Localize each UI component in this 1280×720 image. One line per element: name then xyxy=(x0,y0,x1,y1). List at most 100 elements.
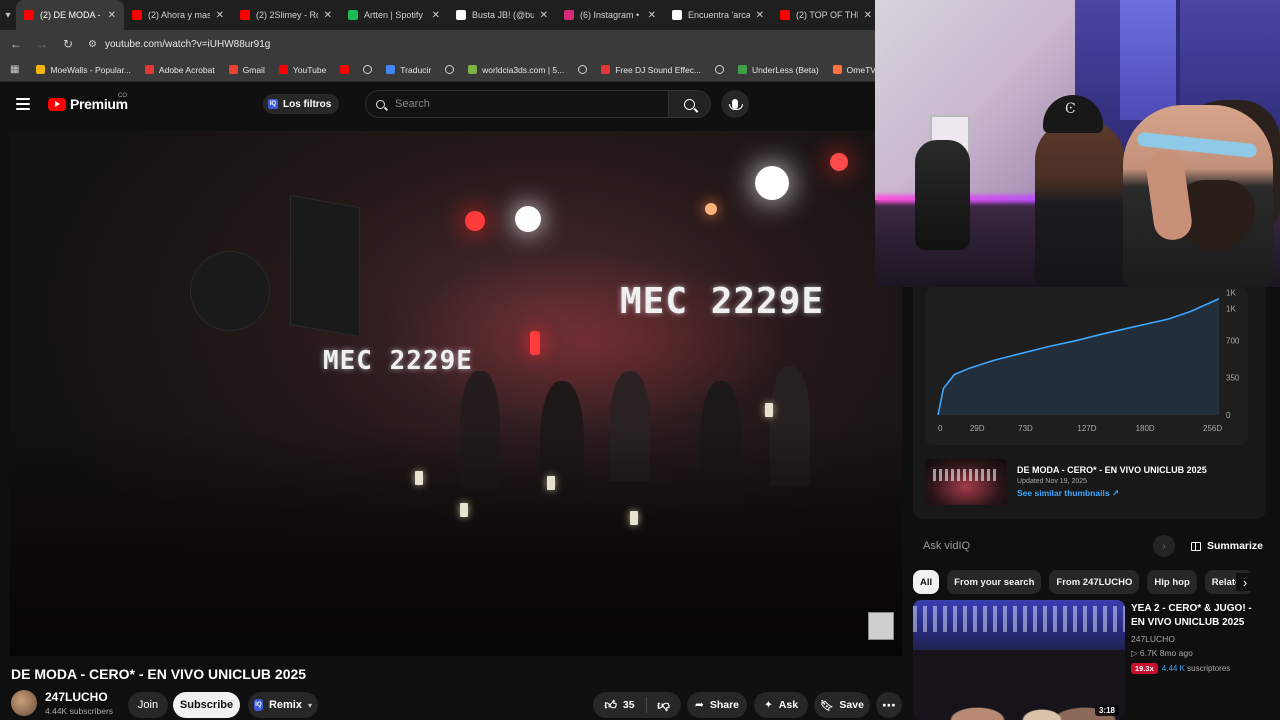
browser-tab[interactable]: (2) TOP OF THE W ✕ xyxy=(772,0,880,30)
browser-tab[interactable]: (2) Ahora y mas t ✕ xyxy=(124,0,232,30)
speaker xyxy=(290,194,360,338)
channel-name[interactable]: 247LUCHO xyxy=(45,690,113,704)
see-similar-thumbnails-link[interactable]: See similar thumbnails ↗ xyxy=(1017,488,1207,499)
tab-title: (6) Instagram • M xyxy=(580,10,642,20)
browser-tab[interactable]: Encuentra 'arcan ✕ xyxy=(664,0,772,30)
ask-button[interactable]: ✦ Ask xyxy=(754,692,808,718)
tab-close-icon[interactable]: ✕ xyxy=(648,10,656,21)
chevron-right-icon[interactable]: › xyxy=(1236,573,1254,591)
reload-icon[interactable]: ↻ xyxy=(62,37,74,51)
bookmark-item[interactable]: MoeWalls - Popular... xyxy=(29,65,137,75)
omnibox[interactable]: ⚙ youtube.com/watch?v=iUHW88ur91g xyxy=(88,39,270,50)
vidiq-filters-button[interactable]: IQ Los filtros xyxy=(263,94,340,114)
search-box[interactable] xyxy=(365,90,669,118)
book-icon xyxy=(1191,541,1201,551)
bookmark-item[interactable]: YouTube xyxy=(272,65,333,75)
chip-all[interactable]: All xyxy=(913,570,940,594)
bookmark-item[interactable]: Gmail xyxy=(222,65,272,75)
bookmark-item[interactable] xyxy=(356,65,379,74)
browser-tab[interactable]: Busta JB! (@bust ✕ xyxy=(448,0,556,30)
search-button[interactable] xyxy=(669,90,711,118)
filters-label: Los filtros xyxy=(283,98,332,110)
tab-search-chevron-icon[interactable]: ▾ xyxy=(0,0,16,30)
channel-owner: 247LUCHO 4.44K subscribers xyxy=(11,690,113,716)
tab-close-icon[interactable]: ✕ xyxy=(216,10,224,21)
bookmark-item[interactable]: Free DJ Sound Effec... xyxy=(594,65,708,75)
stage-light xyxy=(755,166,789,200)
browser-tab[interactable]: (2) 2Slimey - Roc ✕ xyxy=(232,0,340,30)
bookmark-item[interactable]: UnderLess (Beta) xyxy=(731,65,826,75)
subscribe-button[interactable]: Subscribe xyxy=(173,692,240,718)
tab-close-icon[interactable]: ✕ xyxy=(756,10,764,21)
video-player[interactable]: MEC 2229E MEC 2229E xyxy=(10,131,902,656)
dislike-button[interactable]: 👍︎ xyxy=(647,698,681,713)
bookmark-item[interactable]: Traducir xyxy=(379,65,438,75)
video-title: DE MODA - CERO* - EN VIVO UNICLUB 2025 xyxy=(11,666,307,682)
search-input[interactable] xyxy=(395,98,635,110)
bookmark-item[interactable] xyxy=(571,65,594,74)
globe-icon xyxy=(578,65,588,74)
recommended-thumbnail[interactable]: 3:18 xyxy=(913,600,1125,720)
chip-from-channel[interactable]: From 247LUCHO xyxy=(1049,570,1140,594)
crowd xyxy=(10,426,902,656)
back-icon[interactable]: ← xyxy=(10,37,22,51)
tab-close-icon[interactable]: ✕ xyxy=(108,10,116,21)
bookmark-item[interactable]: Adobe Acrobat xyxy=(138,65,222,75)
tab-favicon-icon xyxy=(24,10,34,20)
tab-close-icon[interactable]: ✕ xyxy=(432,10,440,21)
share-button[interactable]: ➦ Share xyxy=(687,692,747,718)
vidiq-remix-button[interactable]: IQ Remix ▾ xyxy=(248,692,318,718)
recommended-title[interactable]: YEA 2 - CERO* & JUGO! - EN VIVO UNICLUB … xyxy=(1131,602,1266,630)
more-actions-button[interactable]: ⋯ xyxy=(876,692,902,718)
browser-tab[interactable]: Artten | Spotify ✕ xyxy=(340,0,448,30)
remix-label: Remix xyxy=(268,699,302,711)
recommended-video[interactable]: 3:18 YEA 2 - CERO* & JUGO! - EN VIVO UNI… xyxy=(913,600,1266,720)
summarize-button[interactable]: Summarize xyxy=(1191,540,1263,552)
site-info-icon[interactable]: ⚙ xyxy=(88,39,97,50)
join-button[interactable]: Join xyxy=(128,692,168,718)
youtube-premium-logo[interactable]: Premium CO xyxy=(48,93,128,112)
ask-send-button[interactable]: › xyxy=(1153,535,1175,557)
share-icon: ➦ xyxy=(695,699,704,711)
stage-light xyxy=(705,203,717,215)
bookmark-item[interactable] xyxy=(333,65,356,74)
save-button[interactable]: 🔖︎ Save xyxy=(814,692,870,718)
like-button[interactable]: 👍︎ 35 xyxy=(594,698,646,713)
vidiq-icon: IQ xyxy=(268,99,278,109)
webcam-host-left xyxy=(1035,120,1125,287)
tab-close-icon[interactable]: ✕ xyxy=(324,10,332,21)
chip-from-your-search[interactable]: From your search xyxy=(947,570,1042,594)
bookmark-favicon-icon xyxy=(278,65,288,74)
bookmark-favicon-icon xyxy=(386,65,396,74)
recommended-channel[interactable]: 247LUCHO xyxy=(1131,634,1266,644)
url-text[interactable]: youtube.com/watch?v=iUHW88ur91g xyxy=(105,39,270,50)
tab-favicon-icon xyxy=(564,10,574,20)
bookmarks-bar: ▦ MoeWalls - Popular... Adobe Acrobat Gmai… xyxy=(0,58,927,82)
bookmark-favicon-icon xyxy=(738,65,748,74)
browser-tab[interactable]: (6) Instagram • M ✕ xyxy=(556,0,664,30)
menu-icon[interactable] xyxy=(16,98,30,110)
browser-tab[interactable]: (2) DE MODA - CE ✕ xyxy=(16,0,124,30)
channel-avatar[interactable] xyxy=(11,690,37,716)
like-count: 35 xyxy=(622,699,635,711)
forward-icon[interactable]: → xyxy=(36,37,48,51)
bookmark-item[interactable]: worldcia3ds.com | 5... xyxy=(461,65,571,75)
y-tick-label: 700 xyxy=(1226,336,1240,345)
chip-hip-hop[interactable]: Hip hop xyxy=(1147,570,1197,594)
similar-thumbnail[interactable] xyxy=(925,459,1007,505)
tab-close-icon[interactable]: ✕ xyxy=(864,10,872,21)
bookmark-favicon-icon xyxy=(468,65,478,74)
player-overlay-thumbnail[interactable] xyxy=(868,612,894,640)
phone-light xyxy=(765,403,773,417)
bookmark-item[interactable] xyxy=(708,65,731,74)
voice-search-button[interactable] xyxy=(721,90,749,118)
tab-title: (2) 2Slimey - Roc xyxy=(256,10,318,20)
bookmark-item[interactable] xyxy=(438,65,461,74)
ask-label: Ask xyxy=(778,699,799,711)
tab-close-icon[interactable]: ✕ xyxy=(540,10,548,21)
ask-vidiq-input[interactable]: Ask vidIQ xyxy=(923,540,1153,552)
similar-updated: Updated Nov 19, 2025 xyxy=(1017,478,1088,485)
stage-light xyxy=(530,331,540,355)
x-tick-label: 256D xyxy=(1203,424,1222,433)
apps-grid-icon[interactable]: ▦ xyxy=(8,64,29,75)
